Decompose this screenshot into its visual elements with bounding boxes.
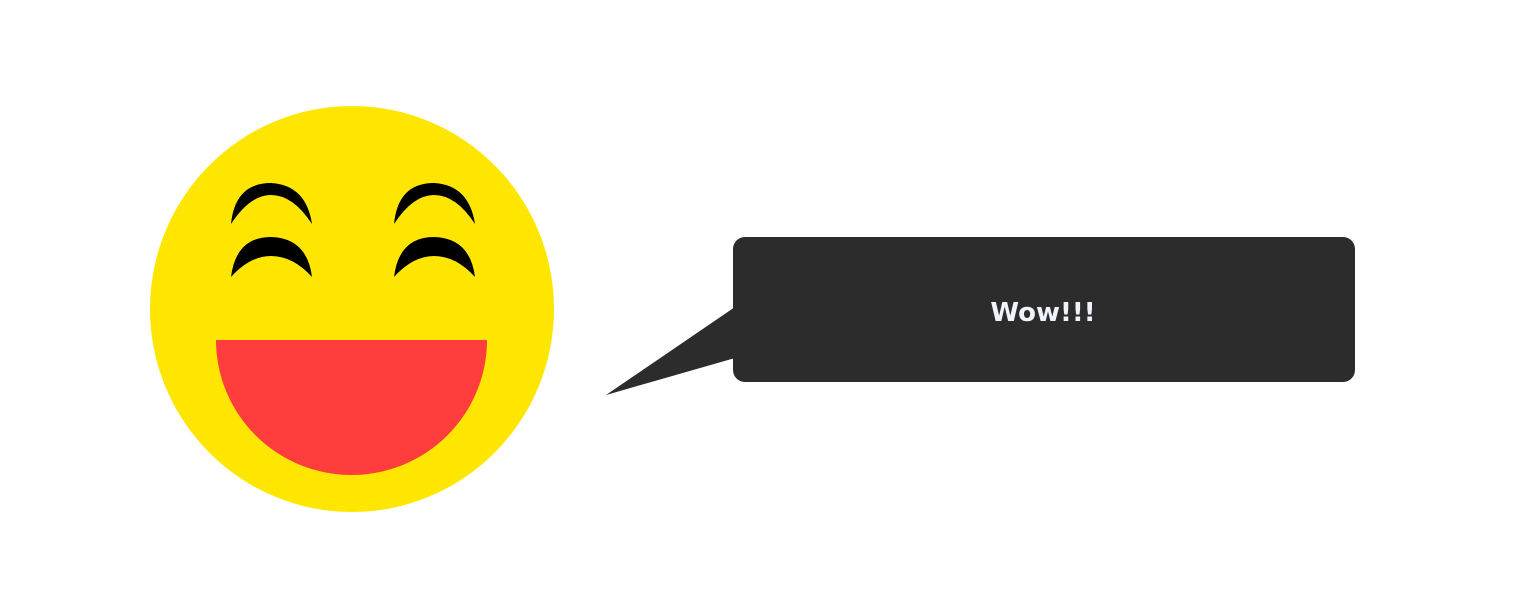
speech-bubble-text: Wow!!!	[990, 298, 1095, 328]
speech-bubble-tail	[606, 307, 735, 395]
speech-bubble: Wow!!!	[606, 237, 1355, 395]
illustration-canvas: Wow!!!	[150, 106, 1355, 512]
laughing-emoji-icon	[150, 106, 554, 512]
